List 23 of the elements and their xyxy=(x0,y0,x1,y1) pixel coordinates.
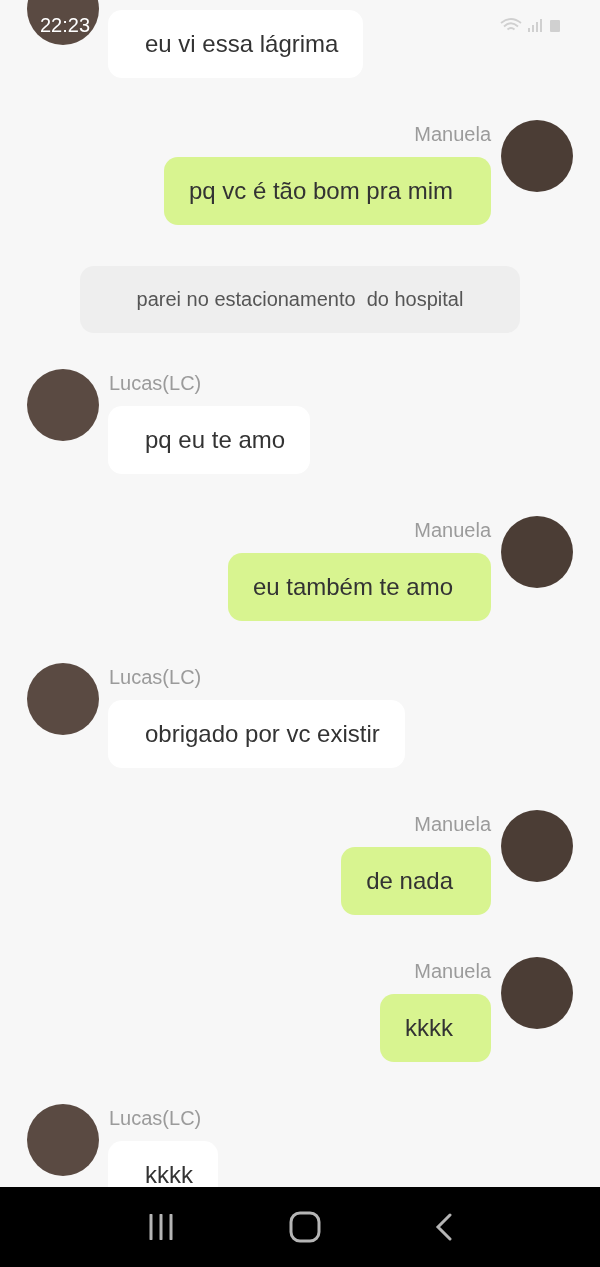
battery-icon xyxy=(550,17,560,33)
sender-name: Lucas(LC) xyxy=(109,372,202,395)
message-bubble: eu vi essa lágrima xyxy=(108,10,364,78)
system-message: parei no estacionamento do hospital xyxy=(80,266,520,333)
status-time: 22:23 xyxy=(40,13,91,37)
sender-name: Manuela xyxy=(414,123,491,146)
message-bubble: eu também te amo xyxy=(227,553,491,621)
message-bubble: obrigado por vc existir xyxy=(108,700,405,768)
home-icon[interactable] xyxy=(289,1211,321,1243)
recent-apps-icon[interactable] xyxy=(147,1214,175,1240)
wifi-icon xyxy=(500,17,522,33)
message-bubble: kkkk xyxy=(108,1141,218,1187)
message-bubble: pq vc é tão bom pra mim xyxy=(163,157,491,225)
message-bubble: de nada xyxy=(341,847,491,915)
sender-name: Manuela xyxy=(414,960,491,983)
back-icon[interactable] xyxy=(435,1213,453,1241)
sender-name: Lucas(LC) xyxy=(109,1107,202,1130)
sender-name: Lucas(LC) xyxy=(109,666,202,689)
sender-name: Manuela xyxy=(414,813,491,836)
message-bubble: pq eu te amo xyxy=(108,406,311,474)
signal-icon xyxy=(528,17,544,33)
message-bubble: kkkk xyxy=(380,994,491,1062)
sender-name: Manuela xyxy=(414,519,491,542)
